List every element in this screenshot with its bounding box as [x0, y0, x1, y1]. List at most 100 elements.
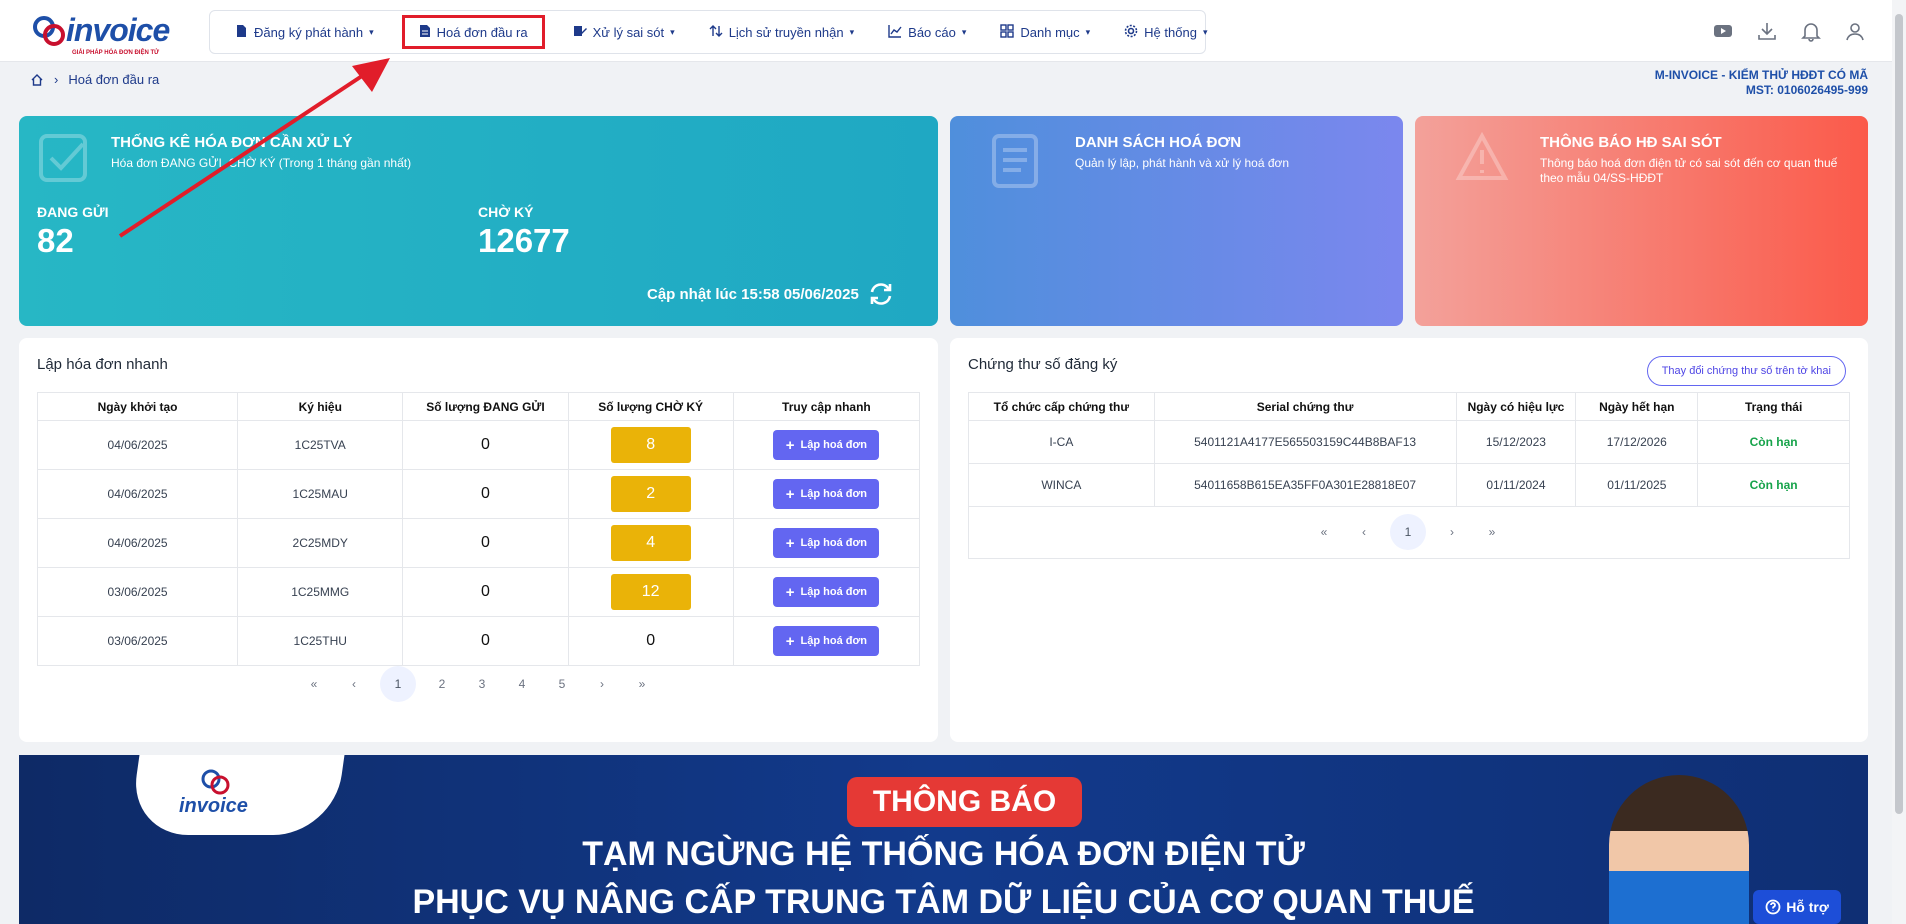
- stats-title: THỐNG KÊ HÓA ĐƠN CẦN XỬ LÝ: [111, 134, 353, 151]
- user-icon[interactable]: [1844, 20, 1866, 42]
- nav-item-5[interactable]: Báo cáo ▾: [882, 15, 972, 49]
- table-row: 03/06/2025 1C25MMG 0 12 + Lập hoá đơn: [36, 567, 921, 617]
- create-invoice-button[interactable]: + Lập hoá đơn: [773, 430, 880, 460]
- page-4[interactable]: 4: [508, 666, 536, 702]
- certificate-title: Chứng thư số đăng ký: [968, 356, 1118, 373]
- sending-value[interactable]: 82: [37, 222, 74, 260]
- main-nav: Đăng ký phát hành ▾ Hoá đơn đầu ra Xử lý sa…: [209, 10, 1207, 54]
- date-cell: 04/06/2025: [36, 518, 239, 568]
- chevron-down-icon: ▾: [369, 26, 374, 37]
- create-invoice-label: Lập hoá đơn: [800, 586, 868, 598]
- youtube-icon[interactable]: [1712, 20, 1734, 42]
- notice-banner[interactable]: invoice THÔNG BÁO TẠM NGỪNG HỆ THỐNG HÓA…: [19, 755, 1868, 924]
- nav-item-3[interactable]: Xử lý sai sót ▾: [567, 15, 681, 49]
- prev-page-icon[interactable]: ‹: [1350, 514, 1378, 550]
- column-header: Trạng thái: [1697, 392, 1850, 421]
- create-invoice-label: Lập hoá đơn: [800, 488, 868, 500]
- chevron-down-icon: ▾: [1085, 26, 1091, 37]
- pending-label: CHỜ KÝ: [478, 204, 534, 220]
- create-invoice-label: Lập hoá đơn: [800, 439, 868, 451]
- bell-icon[interactable]: [1800, 20, 1822, 42]
- nav-item-label: Đăng ký phát hành: [254, 24, 364, 40]
- last-page-icon[interactable]: »: [1478, 514, 1506, 550]
- document-icon: [419, 24, 431, 41]
- sending-cell-value: 0: [481, 632, 490, 649]
- column-header: Serial chứng thư: [1153, 392, 1457, 421]
- pending-cell: 0: [567, 616, 734, 666]
- banner-line-1: TẠM NGỪNG HỆ THỐNG HÓA ĐƠN ĐIỆN TỬ: [582, 835, 1305, 873]
- logo-subtitle: GIẢI PHÁP HÓA ĐƠN ĐIỆN TỬ: [72, 50, 160, 56]
- plus-icon: +: [785, 485, 795, 503]
- pending-cell: 4: [567, 518, 734, 568]
- change-certificate-button[interactable]: Thay đổi chứng thư số trên tờ khai: [1646, 356, 1846, 386]
- page-1[interactable]: 1: [380, 666, 416, 702]
- quick-access-cell: + Lập hoá đơn: [732, 616, 921, 666]
- org-mst: MST: 0106026495-999: [1745, 83, 1868, 97]
- help-button[interactable]: Hỗ trợ: [1753, 890, 1841, 924]
- page-2[interactable]: 2: [428, 666, 456, 702]
- next-page-icon[interactable]: ›: [588, 666, 616, 702]
- plus-icon: +: [785, 534, 795, 552]
- quick-access-cell: + Lập hoá đơn: [732, 420, 921, 470]
- symbol-cell: 1C25MMG: [237, 567, 404, 617]
- invoice-list-card[interactable]: DANH SÁCH HOÁ ĐƠN Quản lý lập, phát hành…: [950, 116, 1403, 326]
- table-row[interactable]: I-CA 5401121A4177E565503159C44B8BAF13 15/1…: [968, 420, 1850, 464]
- chevron-down-icon: ▾: [1202, 26, 1208, 37]
- check-square-icon: [39, 134, 87, 182]
- prev-page-icon[interactable]: ‹: [340, 666, 368, 702]
- sending-cell: 0: [402, 420, 569, 470]
- nav-item-2[interactable]: Hoá đơn đầu ra: [401, 15, 545, 49]
- sending-cell: 0: [402, 567, 569, 617]
- nav-item-1[interactable]: Đăng ký phát hành ▾: [228, 15, 380, 49]
- nav-item-6[interactable]: Danh mục ▾: [994, 15, 1096, 49]
- symbol-cell-value: 1C25MAU: [292, 487, 348, 501]
- page-3[interactable]: 3: [468, 666, 496, 702]
- symbol-cell: 1C25THU: [237, 616, 404, 666]
- scrollbar-thumb[interactable]: [1895, 14, 1903, 814]
- create-invoice-button[interactable]: + Lập hoá đơn: [773, 479, 880, 509]
- stats-card[interactable]: THỐNG KÊ HÓA ĐƠN CẦN XỬ LÝ Hóa đơn ĐANG …: [19, 116, 938, 326]
- symbol-cell: 1C25TVA: [237, 420, 404, 470]
- plus-icon: +: [785, 632, 795, 650]
- certificate-panel: Chứng thư số đăng ký Thay đổi chứng thư …: [950, 338, 1868, 742]
- create-invoice-button[interactable]: + Lập hoá đơn: [773, 528, 880, 558]
- pending-value[interactable]: 12677: [478, 222, 570, 260]
- page-1[interactable]: 1: [1390, 514, 1426, 550]
- error-notice-card[interactable]: THÔNG BÁO HĐ SAI SÓT Thông báo hoá đơn đ…: [1415, 116, 1868, 326]
- scrollbar[interactable]: [1892, 0, 1906, 924]
- sending-cell: 0: [402, 616, 569, 666]
- error-notice-subtitle: Thông báo hoá đơn điện tử có sai sót đến…: [1540, 156, 1838, 185]
- pending-cell-value[interactable]: 8: [610, 427, 691, 463]
- nav-item-label: Hệ thống: [1144, 24, 1197, 40]
- logo[interactable]: invoice GIẢI PHÁP HÓA ĐƠN ĐIỆN TỬ: [30, 12, 170, 56]
- issuer-cell: WINCA: [968, 463, 1155, 507]
- quick-access-cell: + Lập hoá đơn: [732, 518, 921, 568]
- symbol-cell-value: 2C25MDY: [292, 536, 348, 550]
- last-page-icon[interactable]: »: [628, 666, 656, 702]
- nav-item-label: Danh mục: [1020, 24, 1080, 40]
- next-page-icon[interactable]: ›: [1438, 514, 1466, 550]
- valid-to-cell: 17/12/2026: [1575, 420, 1699, 464]
- home-icon[interactable]: [30, 73, 44, 87]
- pending-cell-value[interactable]: 2: [610, 476, 691, 512]
- table-row[interactable]: WINCA 54011658B615EA35FF0A301E28818E07 01/…: [968, 463, 1850, 507]
- top-bar: invoice GIẢI PHÁP HÓA ĐƠN ĐIỆN TỬ Đăng k…: [0, 0, 1906, 62]
- create-invoice-button[interactable]: + Lập hoá đơn: [773, 577, 880, 607]
- nav-item-4[interactable]: Lịch sử truyền nhận ▾: [703, 15, 860, 49]
- breadcrumb: › Hoá đơn đầu ra: [30, 72, 159, 87]
- page-5[interactable]: 5: [548, 666, 576, 702]
- first-page-icon[interactable]: «: [300, 666, 328, 702]
- download-icon[interactable]: [1756, 20, 1778, 42]
- nav-item-label: Báo cáo: [908, 24, 956, 40]
- first-page-icon[interactable]: «: [1310, 514, 1338, 550]
- pending-cell-value[interactable]: 12: [610, 574, 691, 610]
- refresh-icon[interactable]: [867, 280, 895, 308]
- breadcrumb-current[interactable]: Hoá đơn đầu ra: [68, 72, 159, 87]
- create-invoice-button[interactable]: + Lập hoá đơn: [773, 626, 880, 656]
- chevron-down-icon: ▾: [849, 26, 855, 37]
- table-row: 04/06/2025 1C25TVA 0 8 + Lập hoá đơn: [36, 420, 921, 470]
- symbol-cell: 2C25MDY: [237, 518, 404, 568]
- pending-cell-value[interactable]: 4: [610, 525, 691, 561]
- nav-item-7[interactable]: Hệ thống ▾: [1118, 15, 1213, 49]
- chevron-right-icon: ›: [54, 72, 59, 87]
